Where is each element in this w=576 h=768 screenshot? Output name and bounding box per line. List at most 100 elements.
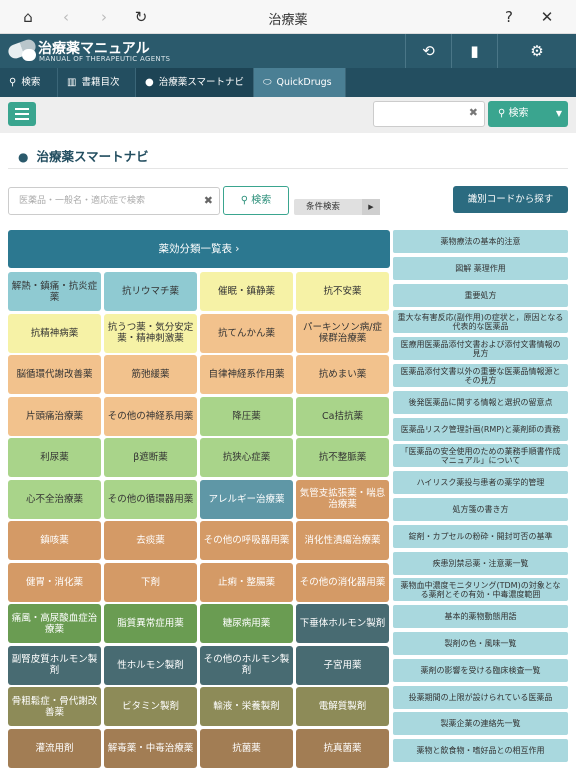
category-button[interactable]: その他のホルモン製剤 (200, 645, 293, 685)
reference-link-button[interactable]: 薬物療法の基本的注意 (393, 230, 568, 253)
search-placeholder: 医薬品・一般名・適応症で検索 (19, 196, 146, 206)
category-button[interactable]: 脂質異常症用薬 (104, 604, 197, 643)
category-button[interactable]: その他の神経系用薬 (104, 396, 197, 436)
category-button[interactable]: 下垂体ホルモン製剤 (296, 604, 389, 643)
category-list-header-button[interactable]: 薬効分類一覧表 › (8, 230, 390, 268)
category-button[interactable]: 去痰薬 (104, 521, 197, 560)
tab-quickdrugs[interactable]: ⬭ QuickDrugs (254, 68, 346, 97)
category-button[interactable]: 性ホルモン製剤 (104, 645, 197, 685)
tab-search[interactable]: ⚲ 検索 (0, 68, 58, 97)
category-button[interactable]: その他の循環器用薬 (104, 479, 197, 519)
category-button[interactable]: 催眠・鎮静薬 (200, 272, 293, 311)
condition-search-button[interactable]: 条件検索 ▶ (294, 199, 380, 215)
search-button-label: 検索 (251, 195, 272, 206)
reference-link-button[interactable]: 製薬企業の連絡先一覧 (393, 712, 568, 736)
close-icon[interactable]: ✕ (537, 7, 557, 27)
browser-toolbar: ⌂ ‹ › ↻ 治療薬 ? ✕ (0, 0, 576, 34)
category-button[interactable]: 解熱・鎮痛・抗炎症薬 (8, 272, 101, 311)
reference-link-button[interactable]: 重大な有害反応(副作用)の症状と，原因となる代表的な医薬品 (393, 310, 568, 334)
category-button[interactable]: アレルギー治療薬 (200, 479, 293, 519)
condition-label: 条件検索 (306, 202, 341, 212)
reference-link-button[interactable]: 疾患別禁忌薬・注意薬一覧 (393, 551, 568, 575)
category-button[interactable]: 抗狭心症薬 (200, 438, 293, 477)
bookmark-icon[interactable]: ▮ (451, 34, 497, 68)
reference-link-button[interactable]: 薬剤の影響を受ける臨床検査一覧 (393, 658, 568, 682)
reference-link-button[interactable]: 薬物と飲食物・嗜好品との相互作用 (393, 739, 568, 763)
category-button[interactable]: ビタミン製剤 (104, 687, 197, 726)
category-button[interactable]: 自律神経系作用薬 (200, 355, 293, 394)
category-button[interactable]: 抗リウマチ薬 (104, 272, 197, 311)
category-button[interactable]: 骨粗鬆症・骨代謝改善薬 (8, 687, 101, 726)
category-button[interactable]: その他の消化器用薬 (296, 562, 389, 602)
reference-link-button[interactable]: 医療用医薬品添付文書および添付文書情報の見方 (393, 337, 568, 361)
category-button[interactable]: 電解質製剤 (296, 687, 389, 726)
category-button[interactable]: 鎮咳薬 (8, 521, 101, 560)
pills-icon: ● (18, 150, 29, 164)
category-button[interactable]: 子宮用薬 (296, 645, 389, 685)
category-button[interactable]: 痛風・高尿酸血症治療薬 (8, 604, 101, 643)
reference-link-button[interactable]: 図解 薬理作用 (393, 256, 568, 280)
settings-gear-icon[interactable]: ⚙ (497, 34, 576, 68)
category-button[interactable]: 下剤 (104, 562, 197, 602)
search-button[interactable]: ⚲ 検索 (223, 186, 289, 215)
category-button[interactable]: 抗真菌薬 (296, 728, 389, 768)
clear-icon[interactable]: ✖ (469, 106, 478, 119)
category-button[interactable]: 気管支拡張薬・喘息治療薬 (296, 479, 389, 519)
chevron-right-icon: ▶ (362, 199, 380, 215)
help-icon[interactable]: ? (499, 7, 519, 27)
category-button[interactable]: 抗てんかん薬 (200, 313, 293, 353)
category-button[interactable]: 抗めまい薬 (296, 355, 389, 394)
toolbar-search-button[interactable]: ⚲ 検索 ▼ (488, 101, 568, 127)
caret-down-icon[interactable]: ▼ (556, 101, 562, 127)
reference-link-button[interactable]: 後発医薬品に関する情報と選択の留意点 (393, 390, 568, 414)
category-button[interactable]: 抗不安薬 (296, 272, 389, 311)
category-button[interactable]: パーキンソン病/症候群治療薬 (296, 313, 389, 353)
tab-book-contents[interactable]: ▥ 書籍目次 (58, 68, 136, 97)
category-button[interactable]: 健胃・消化薬 (8, 562, 101, 602)
tab-smart-navi[interactable]: ● 治療薬スマートナビ (136, 68, 254, 97)
reference-link-button[interactable]: 医薬品添付文書以外の重要な医薬品情報源とその見方 (393, 364, 568, 387)
category-button[interactable]: その他の呼吸器用薬 (200, 521, 293, 560)
category-button[interactable]: 抗うつ薬・気分安定薬・精神刺激薬 (104, 313, 197, 353)
category-button[interactable]: 筋弛緩薬 (104, 355, 197, 394)
page-title: ● 治療薬スマートナビ (18, 146, 149, 165)
reference-link-button[interactable]: ハイリスク薬投与患者の薬学的管理 (393, 471, 568, 495)
clear-icon[interactable]: ✖ (204, 188, 213, 214)
category-button[interactable]: 利尿薬 (8, 438, 101, 477)
reference-link-button[interactable]: 製剤の色・風味一覧 (393, 632, 568, 655)
category-button[interactable]: 片頭痛治療薬 (8, 396, 101, 436)
category-button[interactable]: 解毒薬・中毒治療薬 (104, 728, 197, 768)
category-button[interactable]: 輸液・栄養製剤 (200, 687, 293, 726)
category-button[interactable]: 抗菌薬 (200, 728, 293, 768)
category-button[interactable]: 脳循環代謝改善薬 (8, 355, 101, 394)
category-button[interactable]: 消化性潰瘍治療薬 (296, 521, 389, 560)
menu-button[interactable] (8, 102, 36, 126)
category-button[interactable]: 灌流用剤 (8, 728, 101, 768)
reference-link-button[interactable]: 錠剤・カプセルの粉砕・開封可否の基準 (393, 524, 568, 548)
reference-link-button[interactable]: 処方箋の書き方 (393, 498, 568, 521)
reference-link-button[interactable]: 重要処方 (393, 283, 568, 307)
category-button[interactable]: Ca拮抗薬 (296, 396, 389, 436)
reference-link-button[interactable]: 「医薬品の安全使用のための業務手順書作成マニュアル」について (393, 444, 568, 468)
drug-search-input[interactable]: 医薬品・一般名・適応症で検索 ✖ (8, 187, 220, 215)
category-button[interactable]: 止痢・整腸薬 (200, 562, 293, 602)
category-button[interactable]: 心不全治療薬 (8, 479, 101, 519)
toolbar-search-input[interactable]: ✖ (373, 101, 485, 127)
history-icon[interactable]: ⟲ (405, 34, 451, 68)
page-title-text: 治療薬スマートナビ (36, 149, 149, 164)
id-code-search-button[interactable]: 識別コードから探す (453, 186, 568, 213)
category-button[interactable]: 抗不整脈薬 (296, 438, 389, 477)
category-button[interactable]: β遮断薬 (104, 438, 197, 477)
reference-link-button[interactable]: 薬物血中濃度モニタリング(TDM)の対象となる薬剤とその有効・中毒濃度範囲 (393, 578, 568, 602)
search-toolbar: ✖ ⚲ 検索 ▼ (0, 97, 576, 133)
reference-link-button[interactable]: 投薬期間の上限が設けられている医薬品 (393, 685, 568, 709)
reference-link-button[interactable]: 基本的薬物動態用語 (393, 605, 568, 629)
category-button[interactable]: 抗精神病薬 (8, 313, 101, 353)
category-button[interactable]: 降圧薬 (200, 396, 293, 436)
category-button[interactable]: 副腎皮質ホルモン製剤 (8, 645, 101, 685)
tab-label: QuickDrugs (276, 77, 332, 88)
category-button[interactable]: 糖尿病用薬 (200, 604, 293, 643)
tab-label: 治療薬スマートナビ (158, 77, 244, 88)
reference-link-button[interactable]: 医薬品リスク管理計画(RMP)と薬剤師の責務 (393, 417, 568, 441)
tab-label: 検索 (21, 77, 41, 88)
